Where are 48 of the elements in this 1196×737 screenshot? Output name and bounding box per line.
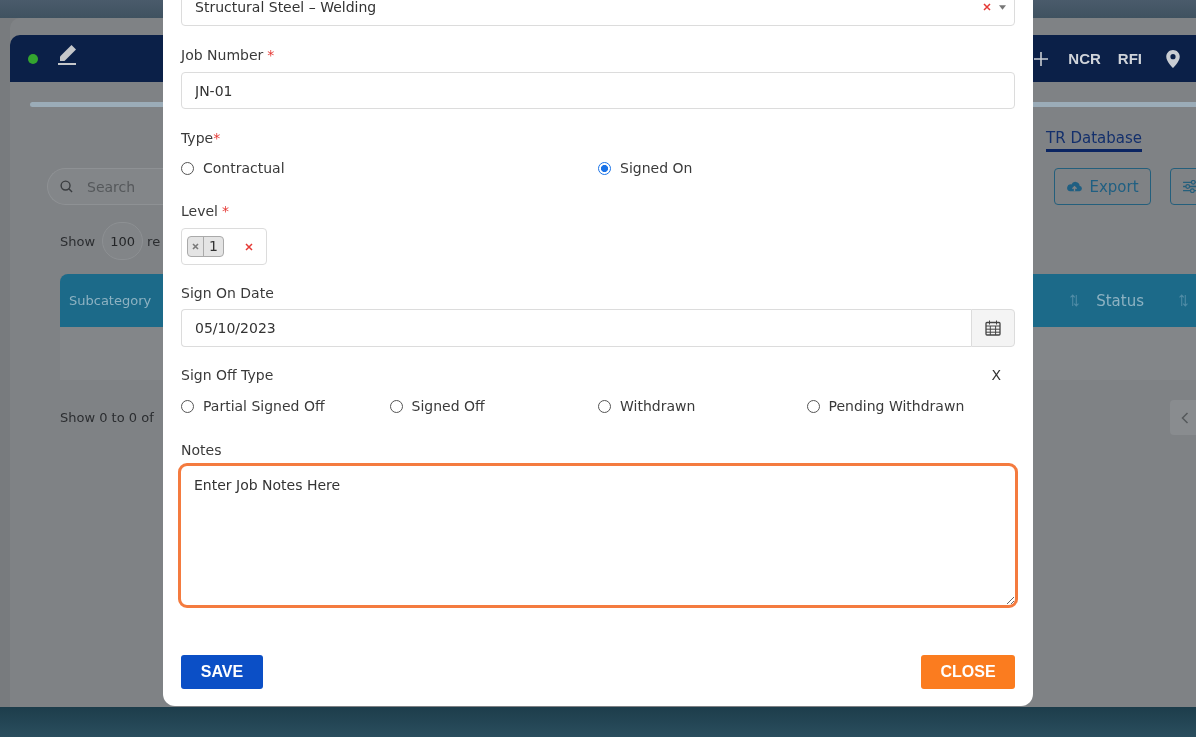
calendar-icon — [985, 320, 1001, 336]
notes-field[interactable]: Enter Job Notes Here — [178, 463, 1018, 608]
table-info-text: Show 0 to 0 of — [60, 410, 154, 425]
category-select[interactable]: Structural Steel – Welding — [181, 0, 1015, 26]
radio-button[interactable] — [389, 399, 403, 413]
level-select[interactable]: 1 — [181, 228, 267, 265]
required-mark: * — [213, 129, 221, 147]
remove-icon[interactable] — [192, 243, 199, 250]
save-button[interactable]: SAVE — [181, 655, 263, 689]
radio-label[interactable]: Signed Off — [411, 397, 485, 415]
search-icon — [60, 180, 73, 193]
radio-label[interactable]: Partial Signed Off — [203, 397, 325, 415]
cloud-upload-icon — [1066, 180, 1084, 193]
clear-selection-link[interactable]: X — [991, 366, 1001, 384]
radio-button[interactable] — [181, 399, 194, 413]
field-label: Type — [181, 129, 214, 147]
header-link[interactable]: RFI — [1117, 50, 1142, 67]
calendar-button[interactable] — [971, 309, 1015, 347]
field-label: Notes — [181, 441, 222, 459]
field-label: Level — [181, 202, 218, 220]
radio-label[interactable]: Pending Withdrawn — [828, 397, 965, 415]
field-label: Sign Off Type — [181, 366, 274, 384]
radio-label[interactable]: Contractual — [203, 159, 285, 177]
show-label-suffix: re — [147, 233, 161, 249]
plus-icon[interactable] — [1034, 51, 1049, 66]
map-pin-icon[interactable] — [1166, 49, 1180, 68]
radio-label[interactable]: Withdrawn — [620, 397, 696, 415]
level-tag[interactable]: 1 — [187, 236, 224, 257]
clear-icon[interactable] — [245, 242, 253, 251]
radio-button[interactable] — [181, 161, 194, 175]
caret-icon[interactable] — [999, 4, 1006, 10]
required-mark: * — [221, 202, 229, 220]
field-label: Job Number — [181, 46, 264, 64]
chevron-left-icon — [1181, 411, 1189, 424]
show-label: Show — [60, 233, 96, 249]
radio-label[interactable]: Signed On — [620, 159, 693, 177]
field-label: Sign On Date — [181, 284, 274, 302]
radio-button[interactable] — [598, 161, 611, 175]
radio-button[interactable] — [806, 399, 820, 413]
radio-button[interactable] — [598, 399, 611, 413]
status-dot-icon — [28, 53, 38, 64]
header-link[interactable]: NCR — [1068, 50, 1101, 67]
pencil-icon[interactable] — [56, 44, 78, 65]
page-size-select[interactable]: 100 — [102, 222, 144, 260]
required-mark: * — [267, 46, 275, 64]
job-number-field[interactable]: JN-01 — [181, 72, 1015, 109]
clear-icon[interactable] — [983, 3, 991, 11]
date-field[interactable]: 05/10/2023 — [181, 309, 971, 347]
